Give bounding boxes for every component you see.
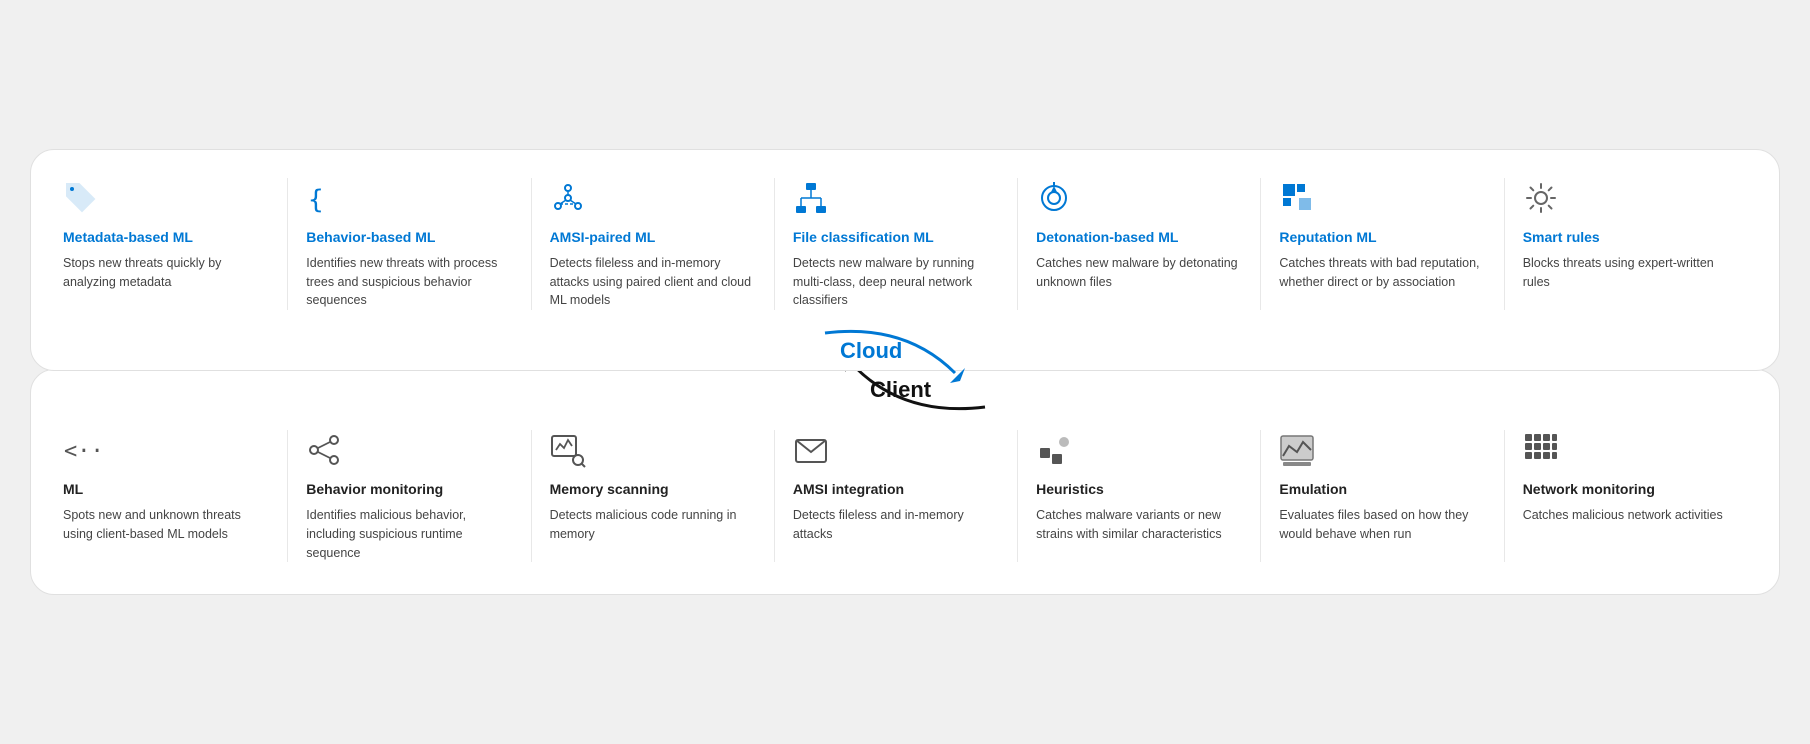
smart-rules-title: Smart rules [1523,228,1729,246]
cloud-item-smart-rules: Smart rules Blocks threats using expert-… [1505,178,1747,310]
client-panel: Client <···> ML Spots new and unknown th… [30,369,1780,595]
mountain-chart-icon [1279,430,1485,470]
metadata-ml-title: Metadata-based ML [63,228,269,246]
network-monitoring-title: Network monitoring [1523,480,1729,498]
detonation-ml-desc: Catches new malware by detonating unknow… [1036,254,1242,292]
heuristics-title: Heuristics [1036,480,1242,498]
client-item-behavior-monitoring: Behavior monitoring Identifies malicious… [288,430,531,562]
behavior-ml-desc: Identifies new threats with process tree… [306,254,512,310]
heuristics-desc: Catches malware variants or new strains … [1036,506,1242,544]
client-items: <···> ML Spots new and unknown threats u… [63,430,1747,562]
share-icon [306,430,512,470]
cloud-item-reputation-ml: Reputation ML Catches threats with bad r… [1261,178,1504,310]
main-container: Metadata-based ML Stops new threats quic… [30,149,1780,596]
arrows-lr-icon: <···> [63,430,269,470]
smart-rules-desc: Blocks threats using expert-written rule… [1523,254,1729,292]
grid-squares-icon [1279,178,1485,218]
braces-icon: { } [306,178,512,218]
network-icon [550,178,756,218]
client-item-memory-scanning: Memory scanning Detects malicious code r… [532,430,775,562]
amsi-ml-desc: Detects fileless and in-memory attacks u… [550,254,756,310]
cloud-item-amsi-ml: AMSI-paired ML Detects fileless and in-m… [532,178,775,310]
cloud-panel: Metadata-based ML Stops new threats quic… [30,149,1780,371]
client-item-network-monitoring: Network monitoring Catches malicious net… [1505,430,1747,562]
gear-icon [1523,178,1729,218]
metadata-ml-desc: Stops new threats quickly by analyzing m… [63,254,269,292]
svg-text:Cloud: Cloud [840,338,902,363]
file-ml-title: File classification ML [793,228,999,246]
grid-blocks-icon [1523,430,1729,470]
hierarchy-icon [793,178,999,218]
cloud-items: Metadata-based ML Stops new threats quic… [63,178,1747,310]
memory-scanning-title: Memory scanning [550,480,756,498]
behavior-monitoring-title: Behavior monitoring [306,480,512,498]
reputation-ml-title: Reputation ML [1279,228,1485,246]
amsi-integration-desc: Detects fileless and in-memory attacks [793,506,999,544]
emulation-title: Emulation [1279,480,1485,498]
network-monitoring-desc: Catches malicious network activities [1523,506,1729,525]
reputation-ml-desc: Catches threats with bad reputation, whe… [1279,254,1485,292]
cloud-item-behavior-ml: { } Behavior-based ML Identifies new thr… [288,178,531,310]
client-item-heuristics: Heuristics Catches malware variants or n… [1018,430,1261,562]
cloud-item-detonation-ml: Detonation-based ML Catches new malware … [1018,178,1261,310]
client-item-ml: <···> ML Spots new and unknown threats u… [63,430,288,562]
memory-scanning-desc: Detects malicious code running in memory [550,506,756,544]
client-ml-title: ML [63,480,269,498]
client-item-amsi-integration: AMSI integration Detects fileless and in… [775,430,1018,562]
crosshair-icon [1036,178,1242,218]
envelope-icon [793,430,999,470]
chart-search-icon [550,430,756,470]
svg-text:{ }: { } [308,185,342,215]
amsi-integration-title: AMSI integration [793,480,999,498]
tag-icon [63,178,269,218]
cloud-label-area: Cloud [795,323,1015,388]
file-ml-desc: Detects new malware by running multi-cla… [793,254,999,310]
cloud-item-file-ml: File classification ML Detects new malwa… [775,178,1018,310]
client-item-emulation: Emulation Evaluates files based on how t… [1261,430,1504,562]
behavior-ml-title: Behavior-based ML [306,228,512,246]
svg-text:<···>: <···> [64,439,99,464]
detonation-ml-title: Detonation-based ML [1036,228,1242,246]
behavior-monitoring-desc: Identifies malicious behavior, including… [306,506,512,562]
emulation-desc: Evaluates files based on how they would … [1279,506,1485,544]
client-ml-desc: Spots new and unknown threats using clie… [63,506,269,544]
cloud-item-metadata-ml: Metadata-based ML Stops new threats quic… [63,178,288,310]
dots-square-icon [1036,430,1242,470]
amsi-ml-title: AMSI-paired ML [550,228,756,246]
